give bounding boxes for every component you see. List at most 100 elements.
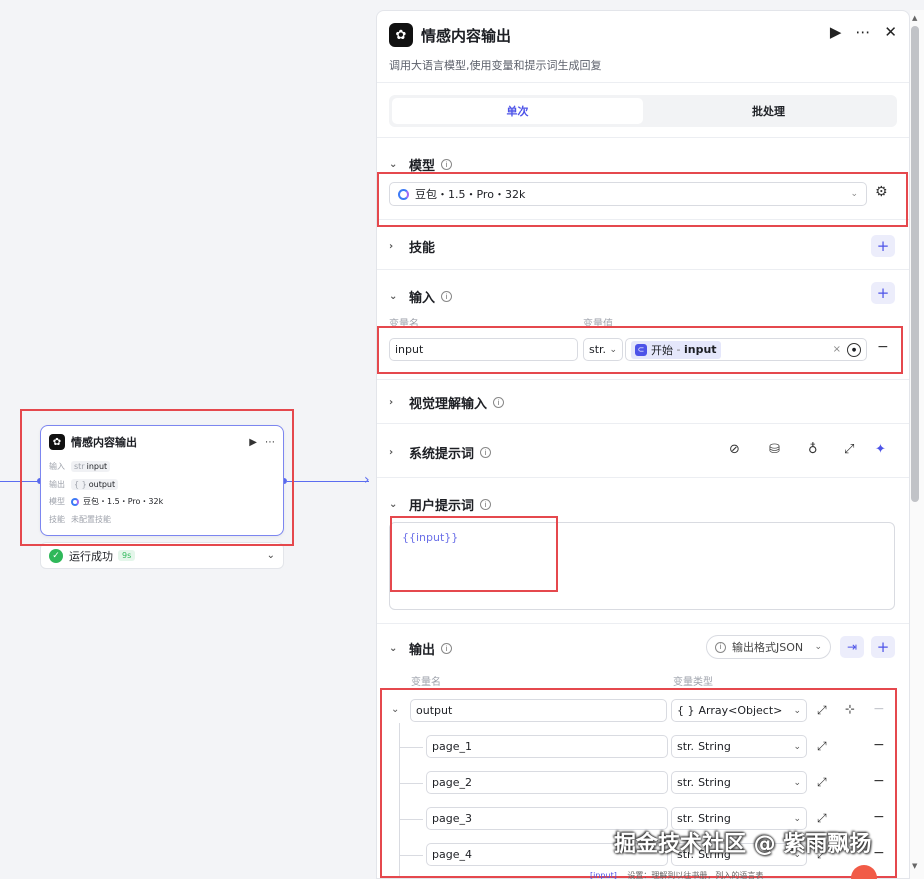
output-col-type-label: 变量类型 <box>673 677 713 688</box>
start-node-icon: ⊂ <box>635 343 647 356</box>
panel-logo-icon: ✿ <box>389 23 413 47</box>
output-format-select[interactable]: i 输出格式JSON ⌄ <box>706 635 831 659</box>
doubao-logo-icon <box>71 497 79 506</box>
node-model-row: 模型 豆包・1.5・Pro・32k <box>49 497 164 507</box>
tab-single[interactable]: 单次 <box>392 98 643 124</box>
panel-title: 情感内容输出 <box>421 27 512 45</box>
chevron-down-icon: ⌄ <box>389 499 398 510</box>
import-icon[interactable]: ⇥ <box>840 636 864 658</box>
divider <box>377 477 909 478</box>
run-status-label: 运行成功 <box>69 549 113 563</box>
expand-icon[interactable]: ⤢ <box>844 442 854 457</box>
user-prompt-editor[interactable]: {{input}} <box>389 522 895 610</box>
node-input-row: 输入 str input <box>41 458 283 476</box>
chevron-down-icon: ⌄ <box>389 159 398 170</box>
scroll-down-icon[interactable]: ▼ <box>912 862 917 870</box>
more-icon[interactable]: ⋯ <box>265 437 275 448</box>
target-icon[interactable]: ● <box>847 342 861 357</box>
remove-output-button[interactable]: − <box>873 809 885 825</box>
add-skill-button[interactable]: + <box>871 235 895 257</box>
check-circle-icon: ✓ <box>49 548 63 563</box>
user-prompt-text: {{input}} <box>402 531 459 544</box>
tab-batch[interactable]: 批处理 <box>643 98 894 124</box>
divider <box>377 137 909 138</box>
node-output-chip: { } output <box>71 478 119 490</box>
chevron-right-icon: › <box>389 241 394 252</box>
output-root-type-select[interactable]: { } Array<Object> ⌄ <box>671 699 807 722</box>
add-output-button[interactable]: + <box>871 636 895 658</box>
divider <box>377 269 909 270</box>
remove-output-button[interactable]: − <box>873 773 885 789</box>
compass-icon[interactable]: ⊘ <box>729 442 740 457</box>
output-child-name-field[interactable]: page_2 <box>426 771 668 794</box>
expand-icon[interactable]: ⤢ <box>817 739 827 754</box>
node-title: 情感内容输出 <box>71 436 137 449</box>
add-child-icon[interactable]: ⊹ <box>845 702 855 716</box>
output-child-type-select[interactable]: str. String ⌄ <box>671 735 807 758</box>
info-icon[interactable]: i <box>441 643 453 654</box>
clear-icon[interactable]: × <box>833 344 841 355</box>
llm-node-card[interactable]: ✿ 情感内容输出 ▶ ⋯ 输入 str input 输出 { } output 模型… <box>40 425 284 536</box>
output-root-name-field[interactable]: output <box>410 699 667 722</box>
library-icon[interactable]: ⛁ <box>769 442 780 457</box>
remove-input-button[interactable]: − <box>877 339 889 355</box>
node-skill-value: 未配置技能 <box>71 514 111 524</box>
scrollbar-thumb[interactable] <box>911 26 919 502</box>
node-output-row: 输出 { } output <box>41 476 283 494</box>
chevron-down-icon[interactable]: ⌄ <box>267 550 275 561</box>
panel-header: ✿ 情感内容输出 调用大语言模型,使用变量和提示词生成回复 ▶ ⋯ ✕ <box>377 11 909 83</box>
expand-icon[interactable]: ⤢ <box>817 811 827 826</box>
info-icon[interactable]: i <box>480 499 492 510</box>
remove-output-button[interactable]: − <box>873 845 885 861</box>
input-name-field[interactable]: input <box>389 338 578 361</box>
user-prompt-section-header[interactable]: ⌄ 用户提示词 i <box>389 495 492 514</box>
chevron-down-icon: ⌄ <box>793 777 801 788</box>
remove-output-button[interactable]: − <box>873 737 885 753</box>
mode-tabs: 单次 批处理 <box>389 95 897 127</box>
skills-section-header[interactable]: › 技能 <box>389 237 435 256</box>
panel-subtitle: 调用大语言模型,使用变量和提示词生成回复 <box>389 59 602 72</box>
input-value-ref-field[interactable]: ⊂ 开始 - input × ● <box>625 338 867 361</box>
run-icon[interactable]: ▶ <box>830 23 842 41</box>
chevron-down-icon: ⌄ <box>793 813 801 824</box>
info-icon[interactable]: i <box>480 447 492 458</box>
run-status-bar[interactable]: ✓ 运行成功 9s ⌄ <box>40 542 284 569</box>
output-child-type-select[interactable]: str. String ⌄ <box>671 771 807 794</box>
tree-connector <box>399 855 423 856</box>
input-type-select[interactable]: str. ⌄ <box>583 338 623 361</box>
tree-connector <box>399 783 423 784</box>
output-child-name-field[interactable]: page_1 <box>426 735 668 758</box>
chevron-down-icon: ⌄ <box>850 189 858 199</box>
sparkle-icon[interactable]: ✦ <box>875 442 886 457</box>
info-icon[interactable]: i <box>441 291 453 302</box>
edge-arrow-icon: › <box>364 472 370 488</box>
chevron-down-icon: ⌄ <box>814 642 822 652</box>
expand-icon[interactable]: ⤢ <box>817 775 827 790</box>
input-col-name-label: 变量名 <box>389 319 419 330</box>
close-icon[interactable]: ✕ <box>884 23 897 41</box>
add-input-button[interactable]: + <box>871 282 895 304</box>
chevron-down-icon: ⌄ <box>389 291 398 302</box>
vision-section-header[interactable]: › 视觉理解输入 i <box>389 393 505 412</box>
more-icon[interactable]: ⋯ <box>855 23 870 41</box>
scroll-up-icon[interactable]: ▲ <box>912 14 917 22</box>
tree-connector <box>399 747 423 748</box>
model-section-header[interactable]: ⌄ 模型 i <box>389 155 453 174</box>
node-skill-row: 技能 未配置技能 <box>49 514 111 524</box>
system-prompt-section-header[interactable]: › 系统提示词 i <box>389 443 492 462</box>
output-section-header[interactable]: ⌄ 输出 i <box>389 639 453 658</box>
expand-icon[interactable]: ⤢ <box>817 703 827 718</box>
node-model-value: 豆包・1.5・Pro・32k <box>83 497 164 507</box>
input-section-header[interactable]: ⌄ 输入 i <box>389 287 453 306</box>
bulb-icon[interactable]: ♁ <box>808 442 818 457</box>
divider <box>377 623 909 624</box>
tree-connector <box>399 819 423 820</box>
incoming-edge <box>0 481 40 482</box>
run-icon[interactable]: ▶ <box>249 437 257 448</box>
node-logo-icon: ✿ <box>49 434 65 450</box>
info-icon[interactable]: i <box>441 159 453 170</box>
gear-icon[interactable]: ⚙ <box>875 184 888 200</box>
info-icon[interactable]: i <box>493 397 505 408</box>
chevron-down-icon[interactable]: ⌄ <box>391 704 399 715</box>
model-select[interactable]: 豆包・1.5・Pro・32k ⌄ <box>389 182 867 206</box>
